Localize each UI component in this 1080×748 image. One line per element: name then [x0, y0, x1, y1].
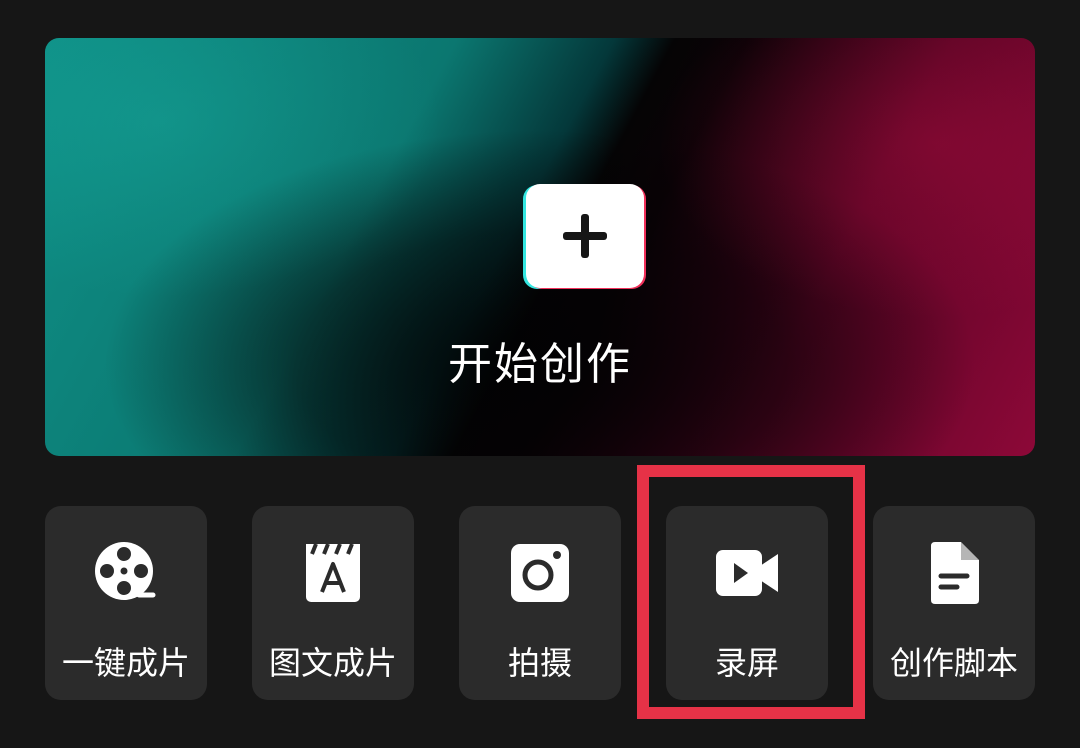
video-record-icon — [666, 538, 828, 608]
create-home: 开始创作 一键成片 图文成片 拍摄 录屏 创作脚本 — [0, 0, 1080, 748]
film-reel-icon — [45, 538, 207, 608]
tool-label: 拍摄 — [507, 644, 572, 682]
plus-icon[interactable] — [523, 184, 646, 290]
camera-icon — [459, 538, 621, 608]
tool-label: 一键成片 — [61, 644, 190, 682]
tool-label: 创作脚本 — [889, 644, 1018, 682]
document-icon — [873, 538, 1035, 608]
tool-text-to-video[interactable]: 图文成片 — [252, 506, 414, 700]
tool-screen-record[interactable]: 录屏 — [666, 506, 828, 700]
tool-shoot[interactable]: 拍摄 — [459, 506, 621, 700]
tool-label: 录屏 — [714, 644, 779, 682]
start-creation-label: 开始创作 — [448, 339, 632, 390]
start-creation-card[interactable]: 开始创作 — [45, 38, 1035, 456]
tool-one-click-video[interactable]: 一键成片 — [45, 506, 207, 700]
text-image-icon — [252, 538, 414, 608]
tool-label: 图文成片 — [268, 644, 397, 682]
tool-creation-script[interactable]: 创作脚本 — [873, 506, 1035, 700]
